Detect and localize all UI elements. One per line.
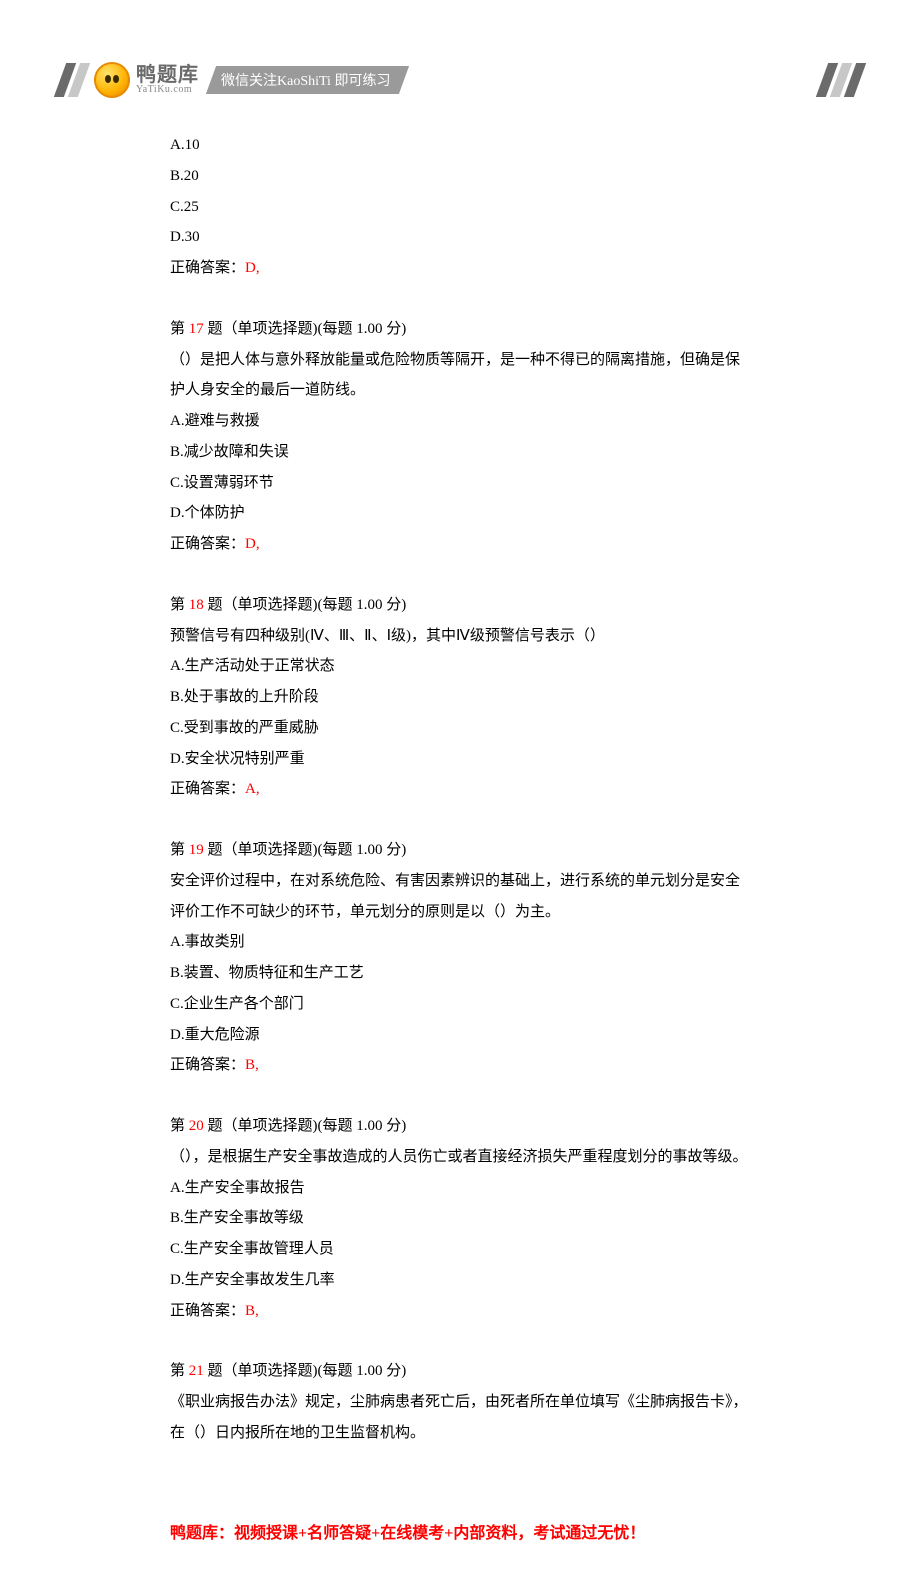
q-number: 20 <box>189 1118 204 1134</box>
option-c: C.设置薄弱环节 <box>170 468 750 499</box>
answer-line: 正确答案：D, <box>170 253 750 284</box>
option-a: A.生产活动处于正常状态 <box>170 651 750 682</box>
option-d: D.个体防护 <box>170 498 750 529</box>
question-block-18: 第 18 题（单项选择题)(每题 1.00 分) 预警信号有四种级别(Ⅳ、Ⅲ、Ⅱ… <box>170 590 750 805</box>
question-header: 第 21 题（单项选择题)(每题 1.00 分) <box>170 1356 750 1387</box>
header-stripes-right <box>822 63 860 97</box>
option-d: D.安全状况特别严重 <box>170 744 750 775</box>
option-d: D.生产安全事故发生几率 <box>170 1265 750 1296</box>
q-suffix: 题（单项选择题)(每题 1.00 分) <box>204 597 407 613</box>
page-header: 鸭题库 YaTiKu.com 微信关注KaoShiTi 即可练习 <box>0 60 920 100</box>
answer-value: D, <box>245 260 260 276</box>
page-footer: 鸭题库：视频授课+名师答疑+在线模考+内部资料，考试通过无忧！ <box>0 1479 920 1583</box>
logo-en: YaTiKu.com <box>136 85 199 95</box>
q-number: 19 <box>189 842 204 858</box>
option-d: D.重大危险源 <box>170 1020 750 1051</box>
answer-value: B, <box>245 1303 259 1319</box>
question-text: 《职业病报告办法》规定，尘肺病患者死亡后，由死者所在单位填写《尘肺病报告卡》，在… <box>170 1387 750 1449</box>
question-block-21: 第 21 题（单项选择题)(每题 1.00 分) 《职业病报告办法》规定，尘肺病… <box>170 1356 750 1448</box>
question-text: （），是根据生产安全事故造成的人员伤亡或者直接经济损失严重程度划分的事故等级。 <box>170 1142 750 1173</box>
option-b: B.处于事故的上升阶段 <box>170 682 750 713</box>
q-prefix: 第 <box>170 597 189 613</box>
q-prefix: 第 <box>170 1118 189 1134</box>
answer-value: B, <box>245 1057 259 1073</box>
question-header: 第 19 题（单项选择题)(每题 1.00 分) <box>170 835 750 866</box>
question-text: （）是把人体与意外释放能量或危险物质等隔开，是一种不得已的隔离措施，但确是保护人… <box>170 345 750 407</box>
option-c: C.受到事故的严重威胁 <box>170 713 750 744</box>
option-a: A.10 <box>170 130 750 161</box>
option-a: A.避难与救援 <box>170 406 750 437</box>
answer-label: 正确答案： <box>170 536 245 552</box>
answer-line: 正确答案：B, <box>170 1050 750 1081</box>
q-suffix: 题（单项选择题)(每题 1.00 分) <box>204 1363 407 1379</box>
option-a: A.事故类别 <box>170 927 750 958</box>
question-header: 第 17 题（单项选择题)(每题 1.00 分) <box>170 314 750 345</box>
logo-cn: 鸭题库 <box>136 65 199 85</box>
answer-label: 正确答案： <box>170 260 245 276</box>
question-block-20: 第 20 题（单项选择题)(每题 1.00 分) （），是根据生产安全事故造成的… <box>170 1111 750 1326</box>
answer-line: 正确答案：A, <box>170 774 750 805</box>
answer-label: 正确答案： <box>170 781 245 797</box>
answer-label: 正确答案： <box>170 1303 245 1319</box>
q-suffix: 题（单项选择题)(每题 1.00 分) <box>204 321 407 337</box>
option-a: A.生产安全事故报告 <box>170 1173 750 1204</box>
option-b: B.生产安全事故等级 <box>170 1203 750 1234</box>
question-header: 第 20 题（单项选择题)(每题 1.00 分) <box>170 1111 750 1142</box>
footer-text: 鸭题库：视频授课+名师答疑+在线模考+内部资料，考试通过无忧！ <box>170 1525 645 1542</box>
option-c: C.企业生产各个部门 <box>170 989 750 1020</box>
q-number: 18 <box>189 597 204 613</box>
content-area: A.10 B.20 C.25 D.30 正确答案：D, 第 17 题（单项选择题… <box>0 130 920 1449</box>
answer-label: 正确答案： <box>170 1057 245 1073</box>
answer-value: A, <box>245 781 260 797</box>
q-suffix: 题（单项选择题)(每题 1.00 分) <box>204 1118 407 1134</box>
duck-icon <box>94 62 130 98</box>
banner-text: 微信关注KaoShiTi 即可练习 <box>221 70 390 90</box>
q-prefix: 第 <box>170 1363 189 1379</box>
question-block-partial: A.10 B.20 C.25 D.30 正确答案：D, <box>170 130 750 284</box>
option-d: D.30 <box>170 222 750 253</box>
option-b: B.20 <box>170 161 750 192</box>
header-banner: 微信关注KaoShiTi 即可练习 <box>206 66 410 94</box>
q-number: 17 <box>189 321 204 337</box>
option-b: B.装置、物质特征和生产工艺 <box>170 958 750 989</box>
question-text: 安全评价过程中，在对系统危险、有害因素辨识的基础上，进行系统的单元划分是安全评价… <box>170 866 750 928</box>
question-block-17: 第 17 题（单项选择题)(每题 1.00 分) （）是把人体与意外释放能量或危… <box>170 314 750 560</box>
logo-text: 鸭题库 YaTiKu.com <box>136 65 199 95</box>
q-number: 21 <box>189 1363 204 1379</box>
q-suffix: 题（单项选择题)(每题 1.00 分) <box>204 842 407 858</box>
answer-line: 正确答案：B, <box>170 1296 750 1327</box>
option-c: C.生产安全事故管理人员 <box>170 1234 750 1265</box>
q-prefix: 第 <box>170 842 189 858</box>
site-logo: 鸭题库 YaTiKu.com <box>94 62 199 98</box>
answer-line: 正确答案：D, <box>170 529 750 560</box>
option-b: B.减少故障和失误 <box>170 437 750 468</box>
question-header: 第 18 题（单项选择题)(每题 1.00 分) <box>170 590 750 621</box>
q-prefix: 第 <box>170 321 189 337</box>
question-text: 预警信号有四种级别(Ⅳ、Ⅲ、Ⅱ、Ⅰ级)，其中Ⅳ级预警信号表示（） <box>170 621 750 652</box>
option-c: C.25 <box>170 192 750 223</box>
answer-value: D, <box>245 536 260 552</box>
question-block-19: 第 19 题（单项选择题)(每题 1.00 分) 安全评价过程中，在对系统危险、… <box>170 835 750 1081</box>
header-stripes-left <box>60 63 84 97</box>
